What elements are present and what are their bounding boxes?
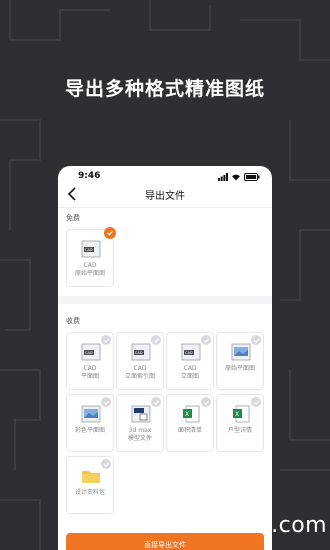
image-file-icon	[231, 343, 251, 361]
nav-bar: 导出文件	[58, 182, 272, 208]
option-label: 面积清单	[177, 427, 202, 434]
export-option-color-plan[interactable]: 彩色平面图	[66, 394, 114, 452]
export-option-cad-elevation-index[interactable]: CAD CAD 立面索引图	[116, 332, 164, 390]
checked-icon	[104, 227, 116, 239]
export-option-unit-details[interactable]: X 户型详情	[216, 394, 264, 452]
option-label: 原始平面图	[224, 365, 255, 372]
cad-file-icon: CAD	[131, 343, 151, 361]
option-label: CAD 平面图	[80, 365, 99, 380]
image-file-icon	[81, 405, 101, 423]
export-option-3dmax-model[interactable]: 3d max 模型文件	[116, 394, 164, 452]
unchecked-icon	[151, 397, 161, 407]
promo-headline: 导出多种格式精准图纸	[64, 78, 265, 100]
excel-file-icon: X	[183, 405, 200, 423]
unchecked-icon	[101, 459, 111, 469]
option-label: CAD 立面索引图	[124, 365, 155, 380]
cad-file-icon: CAD	[181, 343, 201, 361]
page-title: 导出文件	[145, 191, 185, 202]
export-option-area-list[interactable]: X 面积清单	[166, 394, 214, 452]
folder-icon	[82, 471, 100, 483]
wifi-icon	[232, 174, 240, 180]
export-option-cad-plan[interactable]: CAD CAD 平面图	[66, 332, 114, 390]
unchecked-icon	[201, 335, 211, 345]
unchecked-icon	[101, 397, 111, 407]
excel-file-icon: X	[233, 405, 250, 423]
svg-text:CAD: CAD	[135, 351, 143, 355]
option-label: 户型详情	[227, 427, 252, 434]
signal-icon	[218, 172, 228, 181]
svg-text:CAD: CAD	[185, 351, 193, 355]
export-option-original-plan[interactable]: 原始平面图	[216, 332, 264, 390]
export-option-cad-elevation[interactable]: CAD CAD 立面图	[166, 332, 214, 390]
unchecked-icon	[151, 335, 161, 345]
paid-section-label: 收费	[66, 317, 80, 325]
unchecked-icon	[251, 397, 261, 407]
option-label: CAD 立面图	[180, 365, 199, 380]
svg-text:CAD: CAD	[85, 248, 93, 252]
status-icons	[218, 172, 260, 181]
svg-text:CAD: CAD	[85, 351, 93, 355]
status-time: 9:46	[78, 171, 101, 181]
export-option-cad-original-plan[interactable]: CAD CAD 原始平面图	[66, 227, 116, 287]
cad-file-icon: CAD	[81, 343, 101, 361]
unchecked-icon	[251, 335, 261, 345]
option-label: 3d max 模型文件	[127, 427, 152, 442]
unchecked-icon	[101, 335, 111, 345]
svg-text:X: X	[185, 411, 189, 418]
watermark: xfdown.com	[188, 513, 328, 538]
option-label: 彩色平面图	[74, 427, 105, 434]
unchecked-icon	[201, 397, 211, 407]
free-section-label: 免费	[66, 214, 80, 222]
section-divider	[58, 296, 272, 304]
option-label: CAD 原始平面图	[74, 262, 105, 277]
option-label: 设计资料包	[74, 489, 105, 496]
3dmax-file-icon	[131, 405, 151, 423]
export-option-design-package[interactable]: 设计资料包	[66, 456, 114, 514]
svg-text:X: X	[235, 411, 239, 418]
phone-screen: 9:46 导出文件 免费 CAD CAD 原始平面图 收费 CAD CAD 平面…	[58, 166, 272, 550]
battery-icon	[244, 172, 260, 181]
cad-file-icon: CAD	[81, 240, 101, 258]
